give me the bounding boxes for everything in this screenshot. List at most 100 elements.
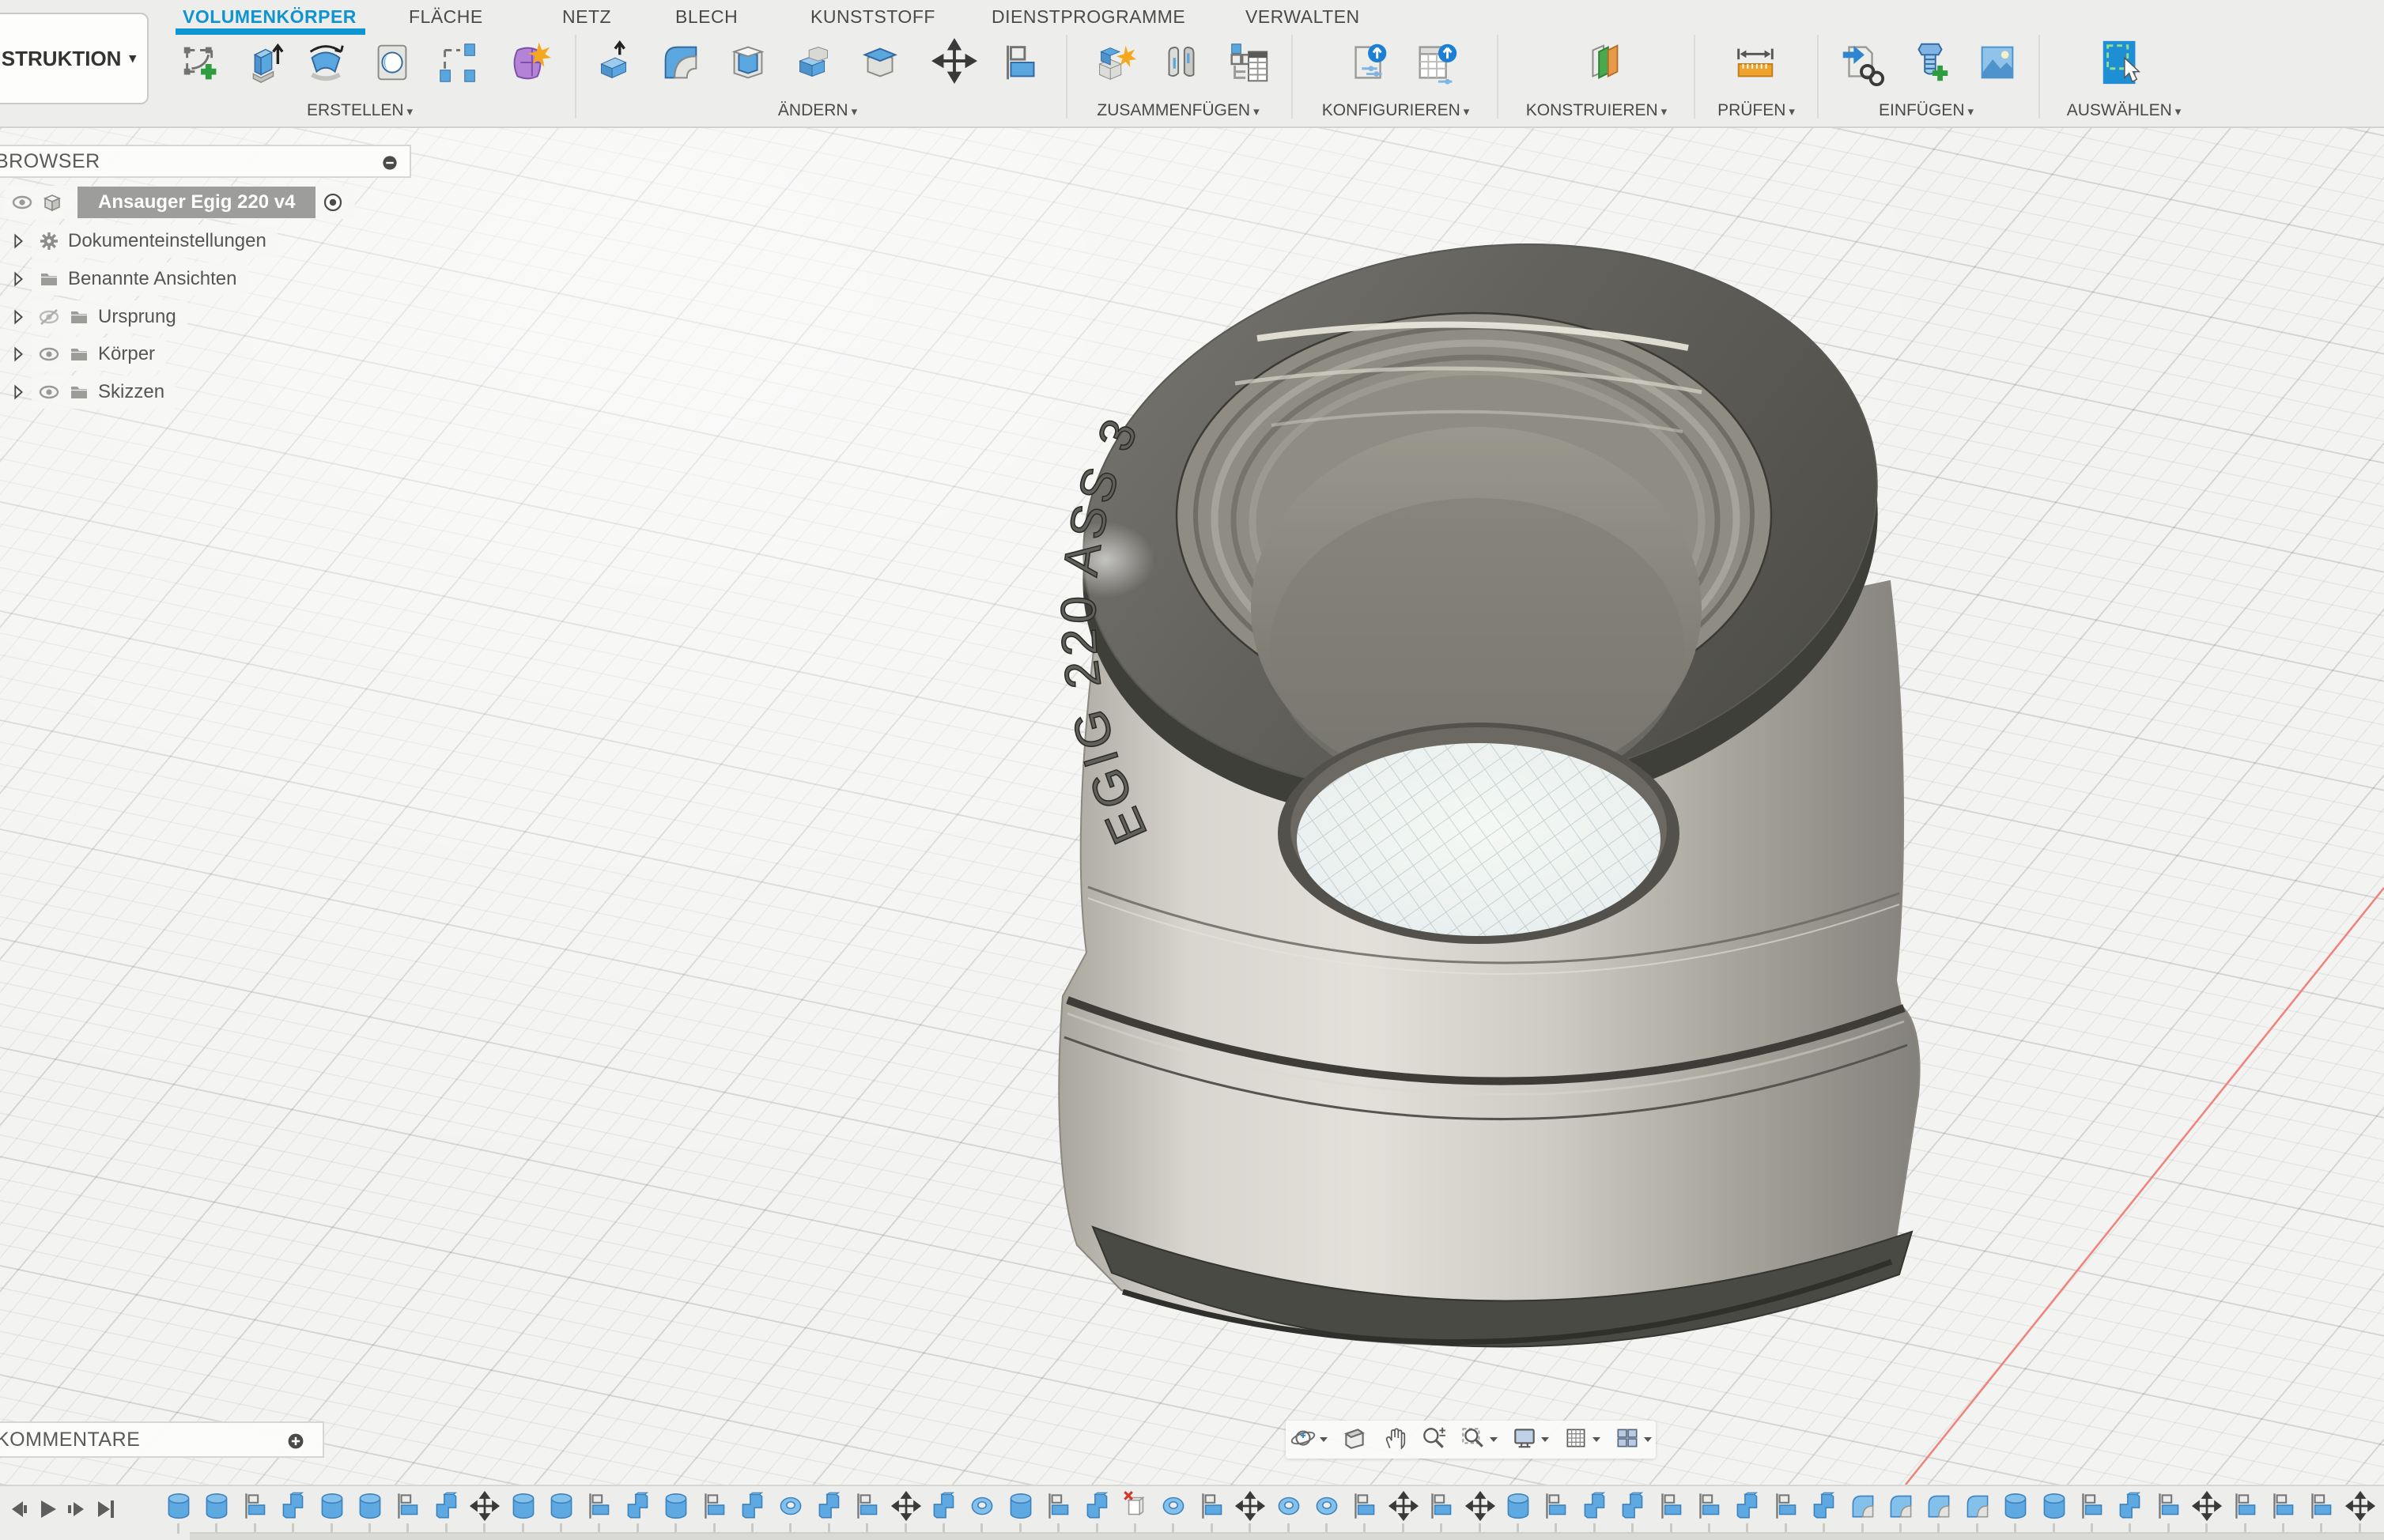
timeline-feature-fillet[interactable] — [1846, 1489, 1880, 1523]
minus-circle-icon[interactable] — [381, 154, 399, 172]
combine-icon[interactable] — [789, 38, 838, 87]
select-icon[interactable] — [2097, 38, 2146, 87]
timeline-feature-move[interactable] — [2343, 1489, 2378, 1523]
timeline-feature-sketch[interactable] — [1195, 1489, 1230, 1523]
timeline-feature-cylinder[interactable] — [1501, 1489, 1536, 1523]
group-label-zusammenfügen[interactable]: ZUSAMMENFÜGEN▾ — [1097, 101, 1259, 120]
tab-fläche[interactable]: FLÄCHE — [409, 6, 483, 28]
viewports-button[interactable] — [1611, 1425, 1656, 1455]
timeline-feature-sketch[interactable] — [391, 1489, 425, 1523]
timeline-feature-sketch[interactable] — [2152, 1489, 2186, 1523]
new-component-icon[interactable] — [1090, 38, 1139, 87]
fillet-icon[interactable] — [656, 38, 705, 87]
timeline-feature-extrude[interactable] — [735, 1489, 770, 1523]
timeline-feature-error[interactable] — [1118, 1489, 1153, 1523]
browser-root-item[interactable]: Ansauger Egig 220 v4 — [5, 186, 355, 219]
group-label-konstruieren[interactable]: KONSTRUIEREN▾ — [1526, 101, 1667, 120]
timeline-feature-sketch[interactable] — [238, 1489, 273, 1523]
replace-face-icon[interactable] — [856, 38, 905, 87]
timeline-feature-fillet[interactable] — [1960, 1489, 1995, 1523]
create-form-icon[interactable] — [504, 38, 553, 87]
timeline-feature-extrude[interactable] — [1080, 1489, 1115, 1523]
tab-dienstprogramme[interactable]: DIENSTPROGRAMME — [992, 6, 1185, 28]
timeline-feature-extrude[interactable] — [621, 1489, 656, 1523]
model-canvas[interactable]: EGIG 220 ASS 34 — [0, 128, 2384, 1485]
timeline-feature-extrude[interactable] — [812, 1489, 847, 1523]
eye-icon[interactable] — [38, 381, 60, 403]
configuration-icon[interactable] — [1345, 38, 1394, 87]
tree-caret-icon[interactable] — [8, 231, 28, 251]
revolve-icon[interactable] — [301, 38, 350, 87]
step-first-icon[interactable] — [6, 1497, 30, 1521]
insert-derive-icon[interactable] — [1837, 38, 1886, 87]
timeline-feature-sketch[interactable] — [2304, 1489, 2339, 1523]
timeline-feature-torus[interactable] — [1271, 1489, 1306, 1523]
extrude-icon[interactable] — [238, 38, 287, 87]
timeline-feature-sketch[interactable] — [697, 1489, 732, 1523]
configuration-table-icon[interactable] — [1412, 38, 1461, 87]
timeline-feature-cylinder[interactable] — [659, 1489, 693, 1523]
tab-kunststoff[interactable]: KUNSTSTOFF — [810, 6, 935, 28]
timeline-feature-sketch[interactable] — [2075, 1489, 2110, 1523]
timeline-feature-sketch[interactable] — [1539, 1489, 1574, 1523]
chevron-down-icon[interactable] — [1540, 1432, 1550, 1447]
zoom-button[interactable] — [1417, 1425, 1450, 1455]
zoom-window-button[interactable] — [1456, 1425, 1502, 1455]
canvas-icon[interactable] — [1973, 38, 2022, 87]
timeline-feature-cylinder[interactable] — [353, 1489, 387, 1523]
timeline-feature-torus[interactable] — [965, 1489, 999, 1523]
timeline-feature-sketch[interactable] — [1424, 1489, 1459, 1523]
timeline-feature-extrude[interactable] — [1807, 1489, 1842, 1523]
timeline-feature-sketch[interactable] — [1654, 1489, 1689, 1523]
insert-fastener-icon[interactable] — [1905, 38, 1954, 87]
timeline-feature-sketch[interactable] — [1041, 1489, 1076, 1523]
hole-icon[interactable] — [368, 38, 417, 87]
chevron-down-icon[interactable] — [1489, 1432, 1498, 1447]
eye-icon[interactable] — [38, 343, 60, 365]
change-parameters-icon[interactable] — [1224, 38, 1273, 87]
timeline-feature-extrude[interactable] — [2113, 1489, 2148, 1523]
tab-verwalten[interactable]: VERWALTEN — [1245, 6, 1360, 28]
look-at-button[interactable] — [1338, 1425, 1371, 1455]
timeline-feature-move[interactable] — [467, 1489, 502, 1523]
timeline-feature-move[interactable] — [1463, 1489, 1498, 1523]
timeline-feature-cylinder[interactable] — [544, 1489, 579, 1523]
tree-caret-icon[interactable] — [8, 344, 28, 364]
plus-circle-icon[interactable] — [286, 1432, 305, 1451]
timeline-feature-sketch[interactable] — [1692, 1489, 1727, 1523]
browser-item-skizzen[interactable]: Skizzen — [8, 376, 176, 409]
group-label-erstellen[interactable]: ERSTELLEN▾ — [307, 101, 413, 120]
construction-plane-icon[interactable] — [1579, 38, 1628, 87]
grid-settings-button[interactable] — [1559, 1425, 1604, 1455]
timeline-feature-move[interactable] — [889, 1489, 924, 1523]
play-icon[interactable] — [36, 1497, 59, 1521]
timeline-feature-cylinder[interactable] — [161, 1489, 196, 1523]
timeline-feature-move[interactable] — [1386, 1489, 1421, 1523]
browser-item-dokumenteinstellungen[interactable]: Dokumenteinstellungen — [8, 225, 278, 258]
timeline-feature-extrude[interactable] — [927, 1489, 962, 1523]
group-label-einfügen[interactable]: EINFÜGEN▾ — [1879, 101, 1974, 120]
timeline-feature-cylinder[interactable] — [199, 1489, 234, 1523]
timeline-feature-sketch[interactable] — [2266, 1489, 2301, 1523]
align-icon[interactable] — [997, 38, 1046, 87]
browser-item-benannte-ansichten[interactable]: Benannte Ansichten — [8, 262, 248, 296]
timeline-scrubber-track[interactable] — [190, 1532, 2384, 1540]
browser-item-körper[interactable]: Körper — [8, 338, 166, 371]
tab-blech[interactable]: BLECH — [675, 6, 738, 28]
3d-viewport[interactable]: EGIG 220 ASS 34 — [0, 128, 2384, 1485]
rectangular-pattern-icon[interactable] — [434, 38, 483, 87]
tab-volumenkörper[interactable]: VOLUMENKÖRPER — [183, 6, 357, 28]
timeline-feature-torus[interactable] — [1309, 1489, 1344, 1523]
step-last-icon[interactable] — [94, 1497, 118, 1521]
timeline-feature-sketch[interactable] — [1769, 1489, 1804, 1523]
timeline-feature-cylinder[interactable] — [315, 1489, 349, 1523]
radio-icon[interactable] — [322, 191, 344, 213]
timeline-feature-cylinder[interactable] — [1003, 1489, 1038, 1523]
timeline-feature-sketch[interactable] — [2228, 1489, 2263, 1523]
timeline-feature-extrude[interactable] — [1730, 1489, 1765, 1523]
tree-caret-icon[interactable] — [8, 382, 28, 402]
timeline-feature-torus[interactable] — [1156, 1489, 1191, 1523]
context-dropdown-button[interactable]: KONSTRUKTION▾ — [0, 13, 149, 104]
group-label-konfigurieren[interactable]: KONFIGURIEREN▾ — [1322, 101, 1470, 120]
chevron-down-icon[interactable] — [1319, 1432, 1328, 1447]
